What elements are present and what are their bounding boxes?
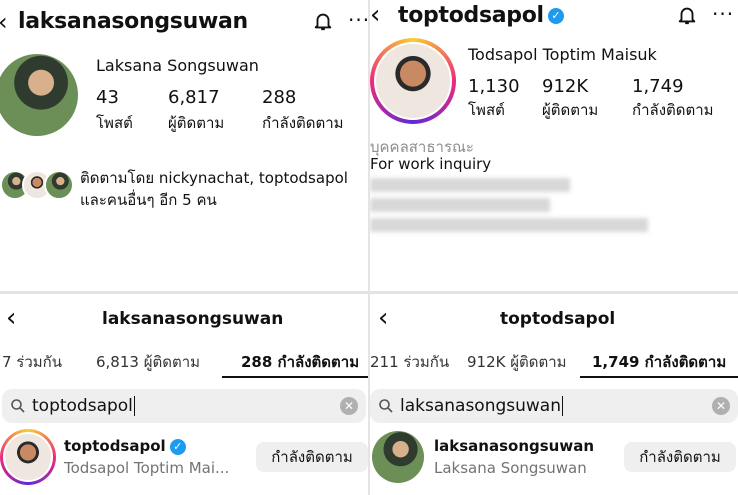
tab-followers[interactable]: 912K ผู้ติดตาม [467, 350, 567, 374]
stat-following-label[interactable]: กำลังติดตาม [262, 111, 344, 135]
blurred-bio-line [370, 198, 550, 212]
stat-posts-count: 43 [96, 87, 119, 108]
result-full-name: Laksana Songsuwan [434, 459, 587, 477]
more-icon[interactable]: ··· [712, 2, 734, 26]
following-button[interactable]: กำลังติดตาม [624, 442, 736, 472]
stat-followers-count[interactable]: 912K [542, 76, 588, 97]
profile-username-text: toptodsapol [398, 3, 544, 28]
horizontal-divider [0, 291, 738, 294]
profile-full-name: Laksana Songsuwan [96, 56, 259, 75]
list-title: toptodsapol [500, 309, 616, 329]
tab-mutual[interactable]: 7 ร่วมกัน [2, 350, 62, 374]
stat-followers-label[interactable]: ผู้ติดตาม [542, 98, 598, 122]
back-icon[interactable]: ‹ [370, 0, 380, 30]
result-username[interactable]: toptodsapol ✓ [64, 437, 186, 455]
avatar [374, 42, 452, 120]
back-icon[interactable]: ‹ [378, 303, 388, 333]
stat-following-count[interactable]: 1,749 [632, 76, 684, 97]
active-tab-underline [222, 376, 368, 378]
vertical-divider [368, 0, 370, 495]
story-ring[interactable] [370, 38, 456, 124]
result-username[interactable]: laksanasongsuwan [434, 437, 594, 455]
clear-search-icon[interactable]: ✕ [712, 397, 730, 415]
result-username-text[interactable]: toptodsapol [64, 437, 166, 455]
blurred-bio-line [370, 178, 570, 192]
bell-icon[interactable] [676, 4, 698, 26]
profile-panel-laksana: ‹ laksanasongsuwan ··· Laksana Songsuwan… [0, 0, 368, 290]
profile-username: laksanasongsuwan [18, 9, 248, 34]
more-icon[interactable]: ··· [348, 8, 368, 32]
following-list-panel-laksana: ‹ laksanasongsuwan 7 ร่วมกัน 6,813 ผู้ติ… [0, 295, 368, 495]
search-input[interactable]: laksanasongsuwan [400, 396, 561, 416]
mutual-avatar [44, 170, 74, 200]
tab-following[interactable]: 1,749 กำลังติดตาม [592, 350, 726, 374]
active-tab-underline [580, 376, 738, 378]
search-input[interactable]: toptodsapol [32, 396, 133, 416]
search-icon [379, 399, 393, 413]
tab-following[interactable]: 288 กำลังติดตาม [241, 350, 359, 374]
followed-by-text[interactable]: ติดตามโดย nickynachat, toptodsapol [80, 166, 348, 190]
text-cursor [562, 396, 564, 416]
search-bar[interactable]: toptodsapol ✕ [2, 389, 366, 423]
followed-by-more-text[interactable]: และคนอื่นๆ อีก 5 คน [80, 188, 217, 212]
verified-badge-icon: ✓ [169, 438, 186, 455]
stat-following-count[interactable]: 288 [262, 87, 296, 108]
back-icon[interactable]: ‹ [0, 8, 8, 36]
avatar [0, 54, 78, 136]
stat-following-label[interactable]: กำลังติดตาม [632, 98, 714, 122]
result-avatar[interactable] [372, 431, 424, 483]
profile-username: toptodsapol ✓ [398, 3, 564, 28]
stat-followers-count[interactable]: 6,817 [168, 87, 220, 108]
profile-full-name: Todsapol Toptim Maisuk [468, 45, 657, 64]
following-button[interactable]: กำลังติดตาม [256, 442, 368, 472]
clear-search-icon[interactable]: ✕ [340, 397, 358, 415]
back-icon[interactable]: ‹ [6, 303, 16, 333]
blurred-bio-line [370, 218, 648, 232]
list-title: laksanasongsuwan [102, 309, 284, 329]
result-story-ring[interactable] [0, 429, 56, 485]
verified-badge-icon: ✓ [547, 8, 564, 24]
profile-panel-toptodsapol: ‹ toptodsapol ✓ ··· Todsapol Toptim Maisu… [370, 0, 738, 290]
following-list-panel-toptodsapol: ‹ toptodsapol 211 ร่วมกัน 912K ผู้ติดตาม… [370, 295, 738, 495]
stat-posts-count: 1,130 [468, 76, 520, 97]
stat-followers-label[interactable]: ผู้ติดตาม [168, 111, 224, 135]
stat-posts-label: โพสต์ [96, 114, 133, 132]
tab-mutual[interactable]: 211 ร่วมกัน [370, 350, 449, 374]
bell-icon[interactable] [312, 10, 334, 32]
search-bar[interactable]: laksanasongsuwan ✕ [370, 389, 738, 423]
result-full-name: Todsapol Toptim Mai... [64, 459, 230, 477]
tab-followers[interactable]: 6,813 ผู้ติดตาม [96, 350, 200, 374]
search-icon [11, 399, 25, 413]
result-avatar[interactable] [3, 432, 53, 482]
profile-bio: For work inquiry [370, 155, 492, 173]
stat-posts-label: โพสต์ [468, 101, 505, 119]
text-cursor [133, 396, 135, 416]
